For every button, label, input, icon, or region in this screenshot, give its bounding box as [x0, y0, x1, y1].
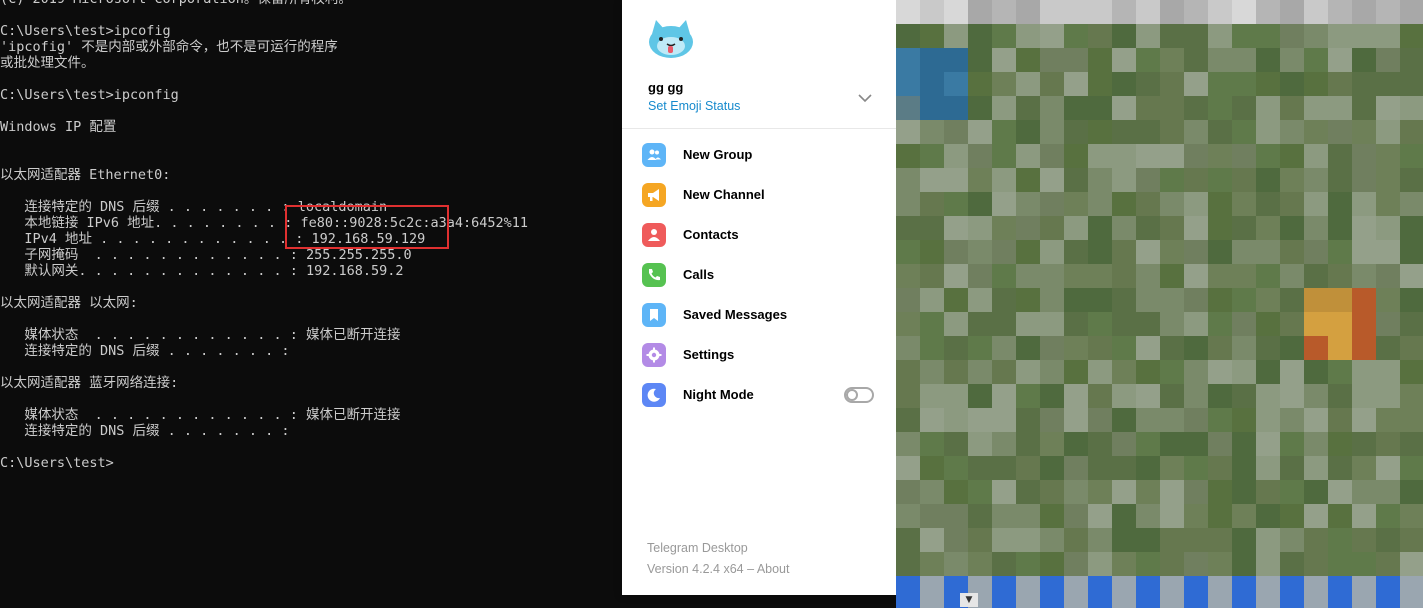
- user-name: gg gg: [648, 80, 684, 95]
- bookmark-icon: [642, 303, 666, 327]
- console-line: 连接特定的 DNS 后缀 . . . . . . . :: [0, 423, 290, 439]
- telegram-main-menu: gg gg Set Emoji Status New Group New Cha…: [622, 0, 896, 595]
- menu-item-settings[interactable]: Settings: [622, 335, 896, 375]
- menu-item-contacts[interactable]: Contacts: [622, 215, 896, 255]
- console-line: 以太网适配器 蓝牙网络连接:: [0, 375, 179, 391]
- menu-label: Settings: [683, 347, 735, 362]
- menu-item-new-channel[interactable]: New Channel: [622, 175, 896, 215]
- app-name: Telegram Desktop: [647, 541, 748, 555]
- menu-divider: [622, 128, 896, 129]
- menu-label: Contacts: [683, 227, 739, 242]
- command-prompt-window[interactable]: (C) 2019 Microsoft Corporation。保留所有权利。 C:…: [0, 0, 622, 608]
- menu-item-new-group[interactable]: New Group: [622, 135, 896, 175]
- console-line: 以太网适配器 以太网:: [0, 295, 138, 311]
- menu-item-night-mode[interactable]: Night Mode: [622, 375, 896, 415]
- console-line: 默认网关. . . . . . . . . . . . . : 192.168.…: [0, 263, 404, 279]
- console-line: 子网掩码 . . . . . . . . . . . . : 255.255.2…: [0, 247, 412, 263]
- console-line: 媒体状态 . . . . . . . . . . . . : 媒体已断开连接: [0, 407, 401, 423]
- console-line: 或批处理文件。: [0, 55, 95, 71]
- console-line: 以太网适配器 Ethernet0:: [0, 167, 171, 183]
- phone-icon: [642, 263, 666, 287]
- night-mode-toggle[interactable]: [844, 387, 874, 403]
- version-text: Version 4.2.4 x64 –: [647, 562, 757, 576]
- scroll-down-arrow-icon[interactable]: ▼: [960, 593, 978, 607]
- gear-icon: [642, 343, 666, 367]
- menu-label: New Channel: [683, 187, 765, 202]
- menu-label: Night Mode: [683, 387, 754, 402]
- console-line: 媒体状态 . . . . . . . . . . . . : 媒体已断开连接: [0, 327, 401, 343]
- menu-label: Calls: [683, 267, 715, 282]
- console-line: 连接特定的 DNS 后缀 . . . . . . . :: [0, 343, 290, 359]
- chevron-down-icon[interactable]: [857, 90, 873, 106]
- menu-label: Saved Messages: [683, 307, 788, 322]
- toggle-knob: [846, 389, 858, 401]
- console-line: 'ipcofig' 不是内部或外部命令，也不是可运行的程序: [0, 39, 338, 55]
- menu-item-saved-messages[interactable]: Saved Messages: [622, 295, 896, 335]
- moon-icon: [642, 383, 666, 407]
- ip-address-highlight-box: [285, 205, 449, 249]
- about-link[interactable]: About: [757, 562, 790, 576]
- set-emoji-status-link[interactable]: Set Emoji Status: [648, 99, 740, 113]
- menu-label: New Group: [683, 147, 753, 162]
- blurred-background-window: [896, 0, 1423, 608]
- group-icon: [642, 143, 666, 167]
- console-line: Windows IP 配置: [0, 119, 117, 135]
- console-line: C:\Users\test>: [0, 455, 114, 471]
- person-icon: [642, 223, 666, 247]
- avatar[interactable]: [646, 18, 696, 62]
- menu-item-calls[interactable]: Calls: [622, 255, 896, 295]
- console-line: C:\Users\test>ipconfig: [0, 87, 179, 103]
- console-line: C:\Users\test>ipcofig: [0, 23, 171, 39]
- console-line: (C) 2019 Microsoft Corporation。保留所有权利。: [0, 0, 352, 7]
- megaphone-icon: [642, 183, 666, 207]
- app-version: Version 4.2.4 x64 – About: [647, 562, 789, 576]
